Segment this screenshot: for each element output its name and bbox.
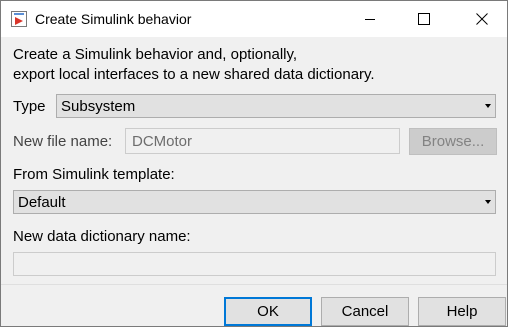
type-dropdown[interactable]: Subsystem	[56, 94, 496, 118]
maximize-button[interactable]	[401, 1, 447, 37]
simulink-app-icon	[11, 11, 27, 27]
dropdown-arrow-icon	[485, 104, 491, 108]
minimize-icon	[365, 19, 375, 20]
type-label: Type	[13, 98, 46, 115]
file-name-label: New file name:	[13, 133, 113, 150]
template-dropdown-value: Default	[18, 194, 66, 211]
template-dropdown[interactable]: Default	[13, 190, 496, 214]
dictionary-name-field[interactable]	[13, 252, 496, 276]
file-name-field[interactable]	[125, 128, 400, 154]
dialog-content: Create a Simulink behavior and, optional…	[1, 37, 507, 284]
description-line-1: Create a Simulink behavior and, optional…	[13, 46, 298, 63]
cancel-button[interactable]: Cancel	[321, 297, 409, 326]
close-icon	[476, 13, 488, 25]
window-title: Create Simulink behavior	[35, 11, 192, 27]
minimize-button[interactable]	[347, 1, 393, 37]
dictionary-name-label: New data dictionary name:	[13, 228, 191, 245]
close-button[interactable]	[459, 1, 505, 37]
maximize-icon	[418, 13, 430, 25]
title-bar[interactable]: Create Simulink behavior	[1, 1, 507, 37]
description: Create a Simulink behavior and, optional…	[13, 45, 375, 85]
dictionary-name-input[interactable]	[14, 253, 495, 275]
type-dropdown-value: Subsystem	[61, 98, 136, 115]
browse-button[interactable]: Browse...	[409, 128, 497, 155]
template-label: From Simulink template:	[13, 166, 175, 183]
description-line-2: export local interfaces to a new shared …	[13, 66, 375, 83]
file-name-input[interactable]	[126, 129, 399, 153]
dropdown-arrow-icon	[485, 200, 491, 204]
ok-button[interactable]: OK	[224, 297, 312, 326]
dialog-footer: OK Cancel Help	[1, 284, 507, 326]
create-simulink-behavior-dialog: Create Simulink behavior Create a Simuli…	[0, 0, 508, 327]
help-button[interactable]: Help	[418, 297, 506, 326]
